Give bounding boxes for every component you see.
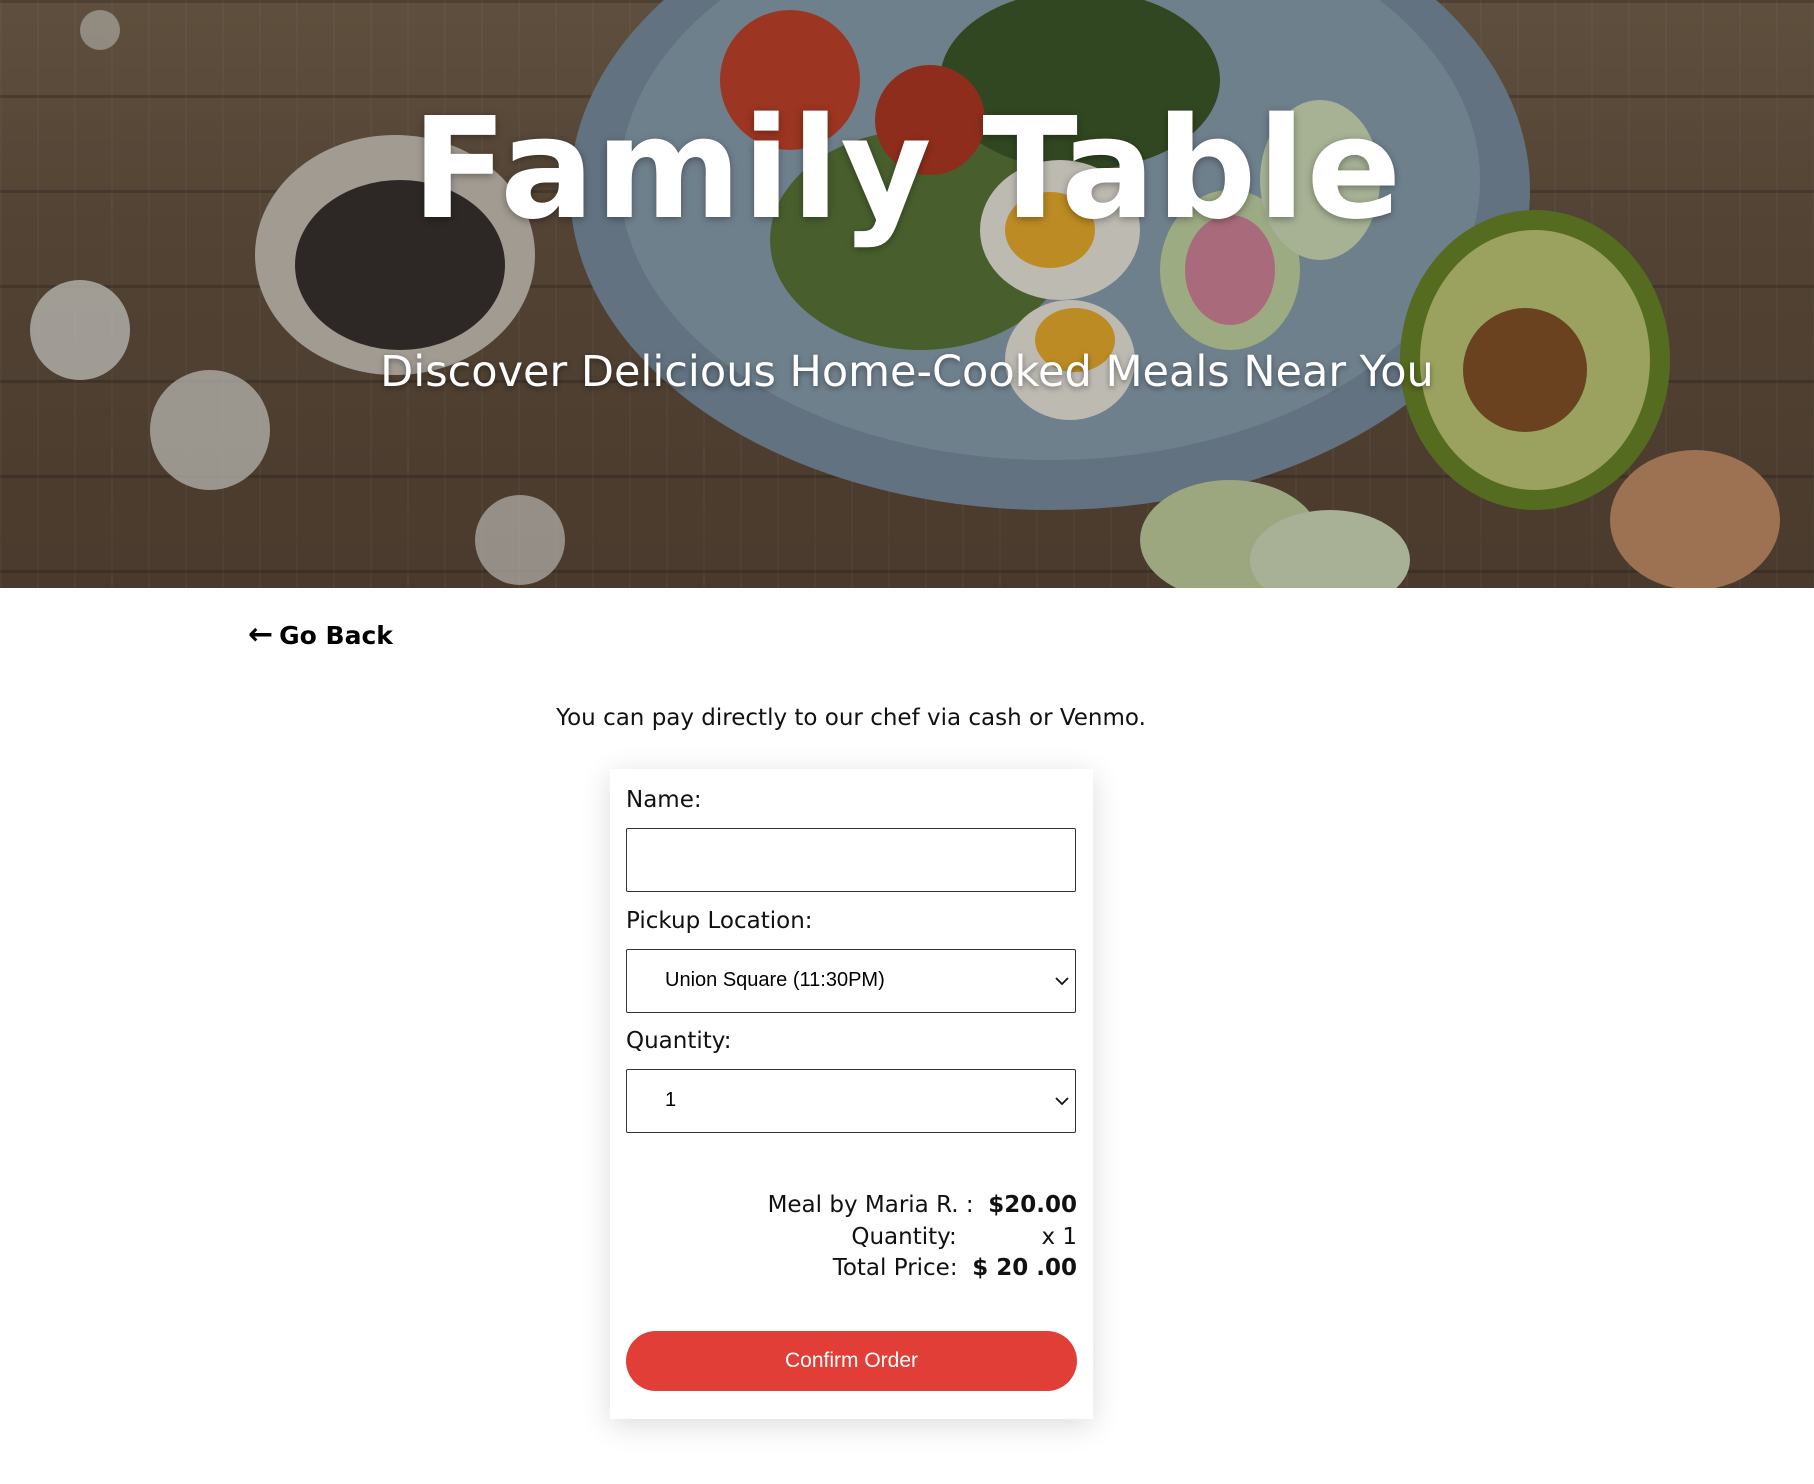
meal-price: $20.00 xyxy=(988,1192,1077,1218)
summary-quantity-row: Quantity: x 1 xyxy=(851,1224,1077,1250)
chevron-down-icon xyxy=(1055,977,1069,986)
summary-quantity-label: Quantity: xyxy=(851,1224,957,1250)
pickup-location-value: Union Square (11:30PM) xyxy=(665,969,885,991)
go-back-link[interactable]: ← Go Back xyxy=(248,620,393,650)
page-title: Family Table xyxy=(411,88,1403,251)
quantity-select-value: 1 xyxy=(665,1089,677,1111)
arrow-left-icon: ← xyxy=(248,617,274,652)
quantity-label: Quantity: xyxy=(626,1028,732,1054)
total-price: $ 20 .00 xyxy=(972,1255,1077,1281)
quantity-select[interactable]: 1 xyxy=(626,1069,1076,1133)
order-form: Name: Pickup Location: Union Square (11:… xyxy=(610,769,1093,1419)
meal-label: Meal by Maria R. : xyxy=(767,1192,974,1218)
hero-banner: Family Table Discover Delicious Home-Coo… xyxy=(0,0,1814,588)
confirm-order-button[interactable]: Confirm Order xyxy=(626,1331,1077,1391)
summary-quantity-value: x 1 xyxy=(1041,1224,1077,1250)
pickup-location-label: Pickup Location: xyxy=(626,908,813,934)
chevron-down-icon xyxy=(1055,1097,1069,1106)
summary-meal-row: Meal by Maria R. : $20.00 xyxy=(768,1192,1077,1218)
pickup-location-select[interactable]: Union Square (11:30PM) xyxy=(626,949,1076,1013)
go-back-label: Go Back xyxy=(279,620,393,650)
total-label: Total Price: xyxy=(832,1255,958,1281)
payment-note: You can pay directly to our chef via cas… xyxy=(556,705,1146,731)
name-label: Name: xyxy=(626,787,702,813)
name-input[interactable] xyxy=(626,828,1076,892)
summary-total-row: Total Price: $ 20 .00 xyxy=(833,1255,1077,1281)
page-subtitle: Discover Delicious Home-Cooked Meals Nea… xyxy=(380,347,1434,397)
